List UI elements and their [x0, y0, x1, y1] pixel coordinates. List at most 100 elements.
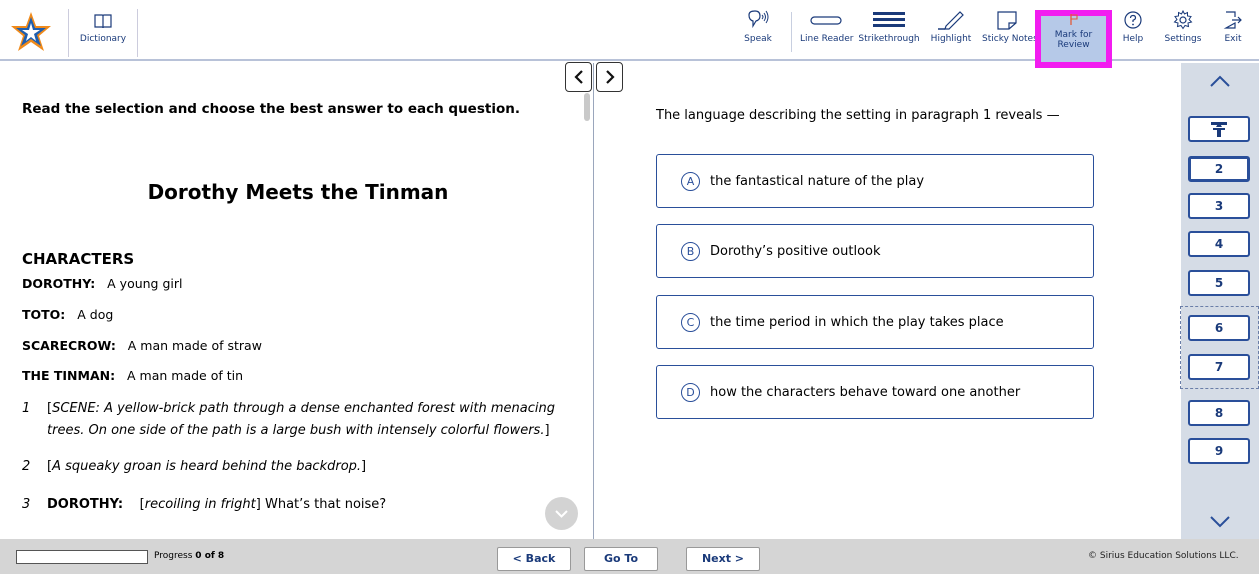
character-desc: A man made of tin: [127, 368, 244, 383]
sticky-notes-label: Sticky Notes: [982, 34, 1038, 44]
sticky-note-icon: [997, 11, 1017, 30]
settings-label: Settings: [1164, 34, 1202, 44]
help-icon: [1124, 11, 1142, 29]
character-desc: A dog: [77, 307, 114, 322]
scroll-down-button[interactable]: [545, 497, 578, 530]
help-label: Help: [1122, 34, 1144, 44]
progress-value: 0 of 8: [195, 551, 225, 561]
paragraph-number: 3: [22, 497, 31, 512]
character-desc: A young girl: [107, 276, 183, 291]
toolbar-divider: [791, 12, 792, 52]
paragraph-text: [SCENE: A yellow-brick path through a de…: [47, 398, 572, 442]
question-nav-button[interactable]: 6: [1188, 315, 1250, 341]
answer-choice-b[interactable]: B Dorothy’s positive outlook: [656, 224, 1094, 278]
help-button[interactable]: Help: [1120, 8, 1146, 58]
character-line: TOTO: A dog: [22, 307, 113, 322]
stage-direction: recoiling in fright: [144, 497, 256, 512]
character-name: TOTO:: [22, 307, 66, 322]
question-prompt: The language describing the setting in p…: [656, 108, 1060, 123]
choice-letter: A: [681, 171, 700, 191]
characters-heading: CHARACTERS: [22, 250, 135, 268]
dialogue-text: What’s that noise?: [264, 497, 387, 512]
character-name: THE TINMAN:: [22, 368, 116, 383]
dictionary-button[interactable]: Dictionary: [68, 9, 138, 57]
question-nav-button[interactable]: 2: [1188, 156, 1250, 182]
answer-choice-c[interactable]: C the time period in which the play take…: [656, 295, 1094, 349]
chevron-left-icon: [573, 70, 583, 84]
line-reader-label: Line Reader: [800, 34, 854, 44]
paragraph-text: [A squeaky groan is heard behind the bac…: [47, 456, 572, 478]
choice-text: how the characters behave toward one ano…: [710, 384, 1021, 400]
mark-for-review-button[interactable]: Mark for Review: [1035, 10, 1112, 68]
choice-letter: D: [681, 382, 700, 402]
mark-for-review-inner: Mark for Review: [1041, 14, 1106, 62]
question-nav-button[interactable]: 4: [1188, 231, 1250, 257]
character-name: SCARECROW:: [22, 338, 116, 353]
speaker-name: DOROTHY:: [47, 497, 124, 512]
passage-scrollbar[interactable]: [584, 93, 590, 121]
choice-text: Dorothy’s positive outlook: [710, 243, 881, 259]
answer-choice-d[interactable]: D how the characters behave toward one a…: [656, 365, 1094, 419]
choice-letter: C: [681, 312, 700, 332]
speak-icon: [748, 10, 769, 29]
dictionary-label: Dictionary: [79, 34, 127, 44]
paragraph-number: 2: [22, 459, 31, 474]
copyright-text: © Sirius Education Solutions LLC.: [1088, 551, 1239, 561]
bracket-close: ]: [255, 497, 261, 512]
flag-icon: [1070, 14, 1078, 25]
question-nav-button[interactable]: 3: [1188, 193, 1250, 219]
progress-label: Progress 0 of 8: [154, 551, 224, 561]
highlight-button[interactable]: Highlight: [928, 8, 974, 58]
mark-label-line1: Mark for: [1054, 30, 1093, 40]
passage-section-button[interactable]: [1188, 116, 1250, 142]
chevron-down-icon: [555, 510, 568, 518]
speak-label: Speak: [744, 34, 772, 44]
back-button[interactable]: < Back: [497, 547, 571, 571]
stage-direction: SCENE: A yellow-brick path through a den…: [47, 401, 555, 438]
question-nav-button[interactable]: 8: [1188, 400, 1250, 426]
question-nav-button[interactable]: 9: [1188, 438, 1250, 464]
paragraph-text: DOROTHY: [recoiling in fright] What’s th…: [47, 494, 572, 516]
progress-prefix: Progress: [154, 551, 193, 561]
exit-icon: [1223, 11, 1242, 29]
pencil-icon: [938, 11, 964, 30]
sticky-notes-button[interactable]: Sticky Notes: [982, 8, 1038, 58]
exit-label: Exit: [1224, 34, 1242, 44]
expand-left-button[interactable]: [565, 62, 592, 92]
question-nav-button[interactable]: 5: [1188, 270, 1250, 296]
choice-text: the fantastical nature of the play: [710, 173, 925, 189]
character-name: DOROTHY:: [22, 276, 96, 291]
next-button[interactable]: Next >: [686, 547, 760, 571]
bracket-close: ]: [361, 459, 367, 474]
highlight-label: Highlight: [930, 34, 972, 44]
line-reader-button[interactable]: Line Reader: [800, 8, 854, 58]
character-line: SCARECROW: A man made of straw: [22, 338, 262, 353]
passage-icon: [1211, 122, 1227, 137]
character-line: DOROTHY: A young girl: [22, 276, 182, 291]
go-to-button[interactable]: Go To: [584, 547, 658, 571]
mark-label-line2: Review: [1057, 40, 1090, 50]
passage-instruction: Read the selection and choose the best a…: [22, 101, 520, 117]
line-reader-icon: [810, 16, 842, 25]
strikethrough-label: Strikethrough: [858, 34, 920, 44]
character-line: THE TINMAN: A man made of tin: [22, 368, 243, 383]
book-icon: [94, 14, 112, 29]
speak-button[interactable]: Speak: [740, 8, 776, 58]
exit-button[interactable]: Exit: [1218, 8, 1248, 58]
choice-letter: B: [681, 241, 700, 261]
strikethrough-icon: [873, 12, 905, 27]
nav-down-chevron-icon[interactable]: [1207, 511, 1233, 531]
passage-title: Dorothy Meets the Tinman: [147, 180, 449, 204]
star-logo-icon: [11, 12, 51, 51]
progress-bar: [16, 550, 148, 564]
settings-button[interactable]: Settings: [1162, 8, 1204, 58]
bracket-close: ]: [544, 423, 550, 438]
question-nav-button[interactable]: 7: [1188, 354, 1250, 380]
nav-up-chevron-icon[interactable]: [1207, 72, 1233, 92]
stage-direction: A squeaky groan is heard behind the back…: [52, 459, 362, 474]
character-desc: A man made of straw: [127, 338, 262, 353]
answer-choice-a[interactable]: A the fantastical nature of the play: [656, 154, 1094, 208]
paragraph-number: 1: [22, 401, 31, 416]
strikethrough-button[interactable]: Strikethrough: [856, 8, 922, 58]
gear-icon: [1173, 10, 1193, 30]
